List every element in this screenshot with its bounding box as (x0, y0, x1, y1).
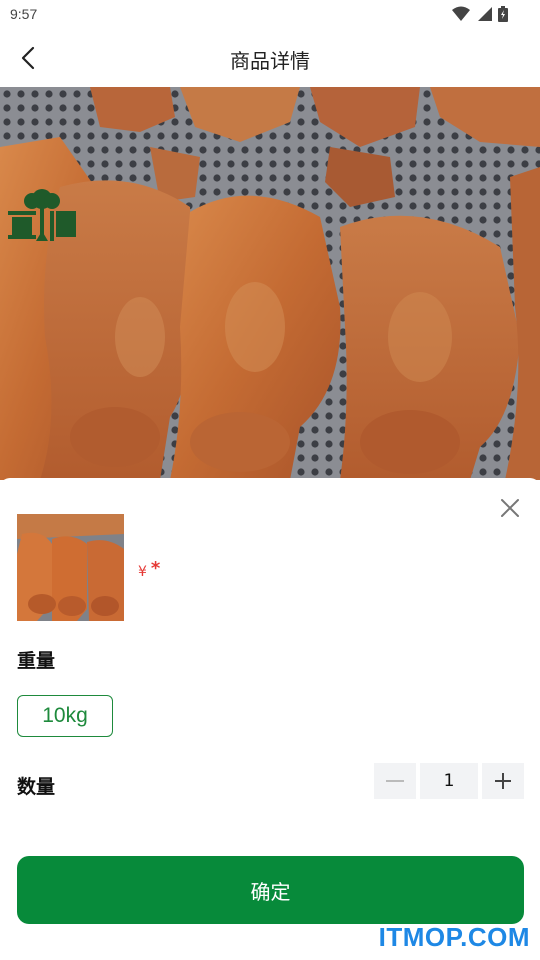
brand-logo (6, 187, 78, 243)
confirm-button[interactable]: 确定 (17, 856, 524, 924)
weight-option-10kg[interactable]: 10kg (17, 695, 113, 737)
wifi-icon (452, 6, 470, 21)
product-image (0, 87, 540, 480)
increase-button[interactable] (482, 763, 524, 799)
status-bar: 9:57 (0, 0, 540, 30)
product-price: ¥ * (138, 558, 160, 580)
quantity-label: 数量 (17, 776, 56, 798)
close-icon (501, 499, 519, 517)
site-watermark: ITMOP.COM (378, 922, 530, 952)
status-time: 9:57 (10, 6, 38, 22)
signal-icon (478, 7, 492, 21)
quantity-stepper: 1 (374, 763, 524, 799)
minus-icon (386, 780, 404, 782)
price-value: * (150, 558, 161, 579)
decrease-button[interactable] (374, 763, 416, 799)
battery-icon (498, 6, 508, 22)
close-button[interactable] (498, 496, 522, 520)
status-icons (452, 6, 508, 22)
quantity-value[interactable]: 1 (420, 763, 478, 799)
weight-label: 重量 (17, 650, 56, 672)
app-header: 商品详情 (0, 30, 540, 87)
price-currency: ¥ (138, 564, 147, 580)
plus-icon (495, 773, 511, 789)
sku-bottom-sheet: ¥ * 重量 10kg 数量 1 确定 (0, 478, 540, 960)
page-title: 商品详情 (230, 49, 310, 73)
product-thumbnail (17, 514, 124, 621)
